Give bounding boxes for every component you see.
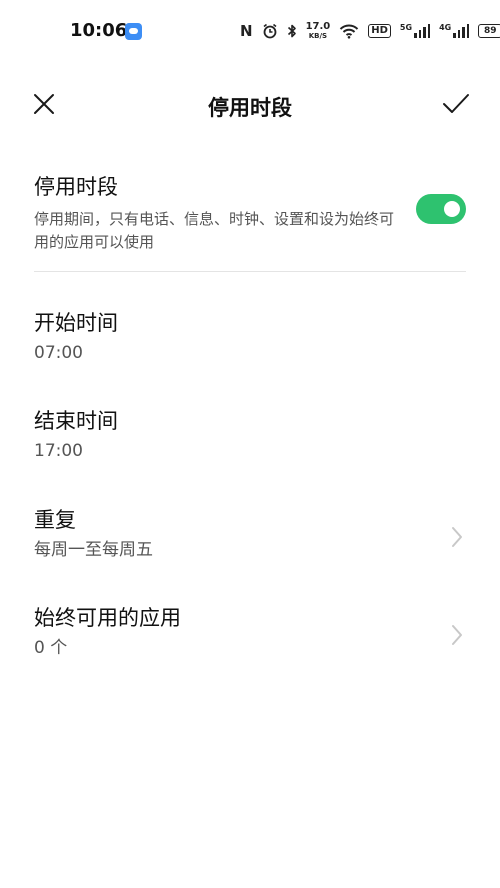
downtime-switch[interactable] (416, 194, 466, 224)
status-bar: 10:06 N 17.0 KB/S HD 5G 4G 89 (0, 0, 500, 62)
title-bar: 停用时段 (0, 72, 500, 136)
end-time-value: 17:00 (34, 441, 83, 461)
page-title: 停用时段 (208, 96, 292, 120)
toggle-title: 停用时段 (34, 175, 118, 199)
chevron-right-icon (452, 527, 462, 547)
nfc-icon: N (240, 21, 253, 40)
switch-knob (444, 201, 460, 217)
always-allowed-apps-title: 始终可用的应用 (34, 606, 181, 630)
always-allowed-apps-count: 0 个 (34, 638, 68, 658)
start-time-title: 开始时间 (34, 311, 118, 335)
network-speed-value: 17.0 (305, 21, 331, 32)
network-speed: 17.0 KB/S (306, 22, 331, 40)
message-app-icon (125, 23, 142, 40)
screen: 10:06 N 17.0 KB/S HD 5G 4G 89 停用时段 停用时段 … (0, 0, 500, 888)
start-time-item[interactable]: 开始时间 07:00 (34, 308, 466, 378)
bluetooth-icon (287, 24, 296, 38)
end-time-title: 结束时间 (34, 409, 118, 433)
wifi-icon (340, 24, 359, 39)
hd-voice-badge: HD (368, 24, 391, 38)
repeat-title: 重复 (34, 508, 76, 532)
signal-4g: 4G (439, 23, 470, 38)
signal-bars-icon (453, 24, 470, 38)
status-icons: N 17.0 KB/S HD 5G 4G 89 (240, 19, 500, 43)
battery-level: 89 (478, 24, 500, 38)
signal-5g: 5G (399, 23, 431, 38)
status-time: 10:06 (70, 20, 128, 41)
alarm-icon (263, 23, 277, 39)
always-allowed-apps-item[interactable]: 始终可用的应用 0 个 (34, 603, 466, 673)
check-icon (443, 94, 469, 113)
start-time-value: 07:00 (34, 343, 83, 363)
battery-icon: 89 (478, 24, 500, 38)
repeat-item[interactable]: 重复 每周一至每周五 (34, 505, 466, 575)
confirm-button[interactable] (438, 88, 474, 120)
section-divider (34, 271, 466, 272)
repeat-value: 每周一至每周五 (34, 540, 153, 560)
signal-bars-icon (414, 24, 431, 38)
chevron-right-icon (452, 625, 462, 645)
end-time-item[interactable]: 结束时间 17:00 (34, 406, 466, 476)
signal-4g-label: 4G (439, 23, 452, 32)
network-speed-unit: KB/S (308, 32, 328, 40)
signal-5g-label: 5G (399, 23, 413, 32)
toggle-description: 停用期间，只有电话、信息、时钟、设置和设为始终可用的应用可以使用 (34, 210, 395, 251)
downtime-toggle-row: 停用时段 停用期间，只有电话、信息、时钟、设置和设为始终可用的应用可以使用 (34, 172, 466, 254)
